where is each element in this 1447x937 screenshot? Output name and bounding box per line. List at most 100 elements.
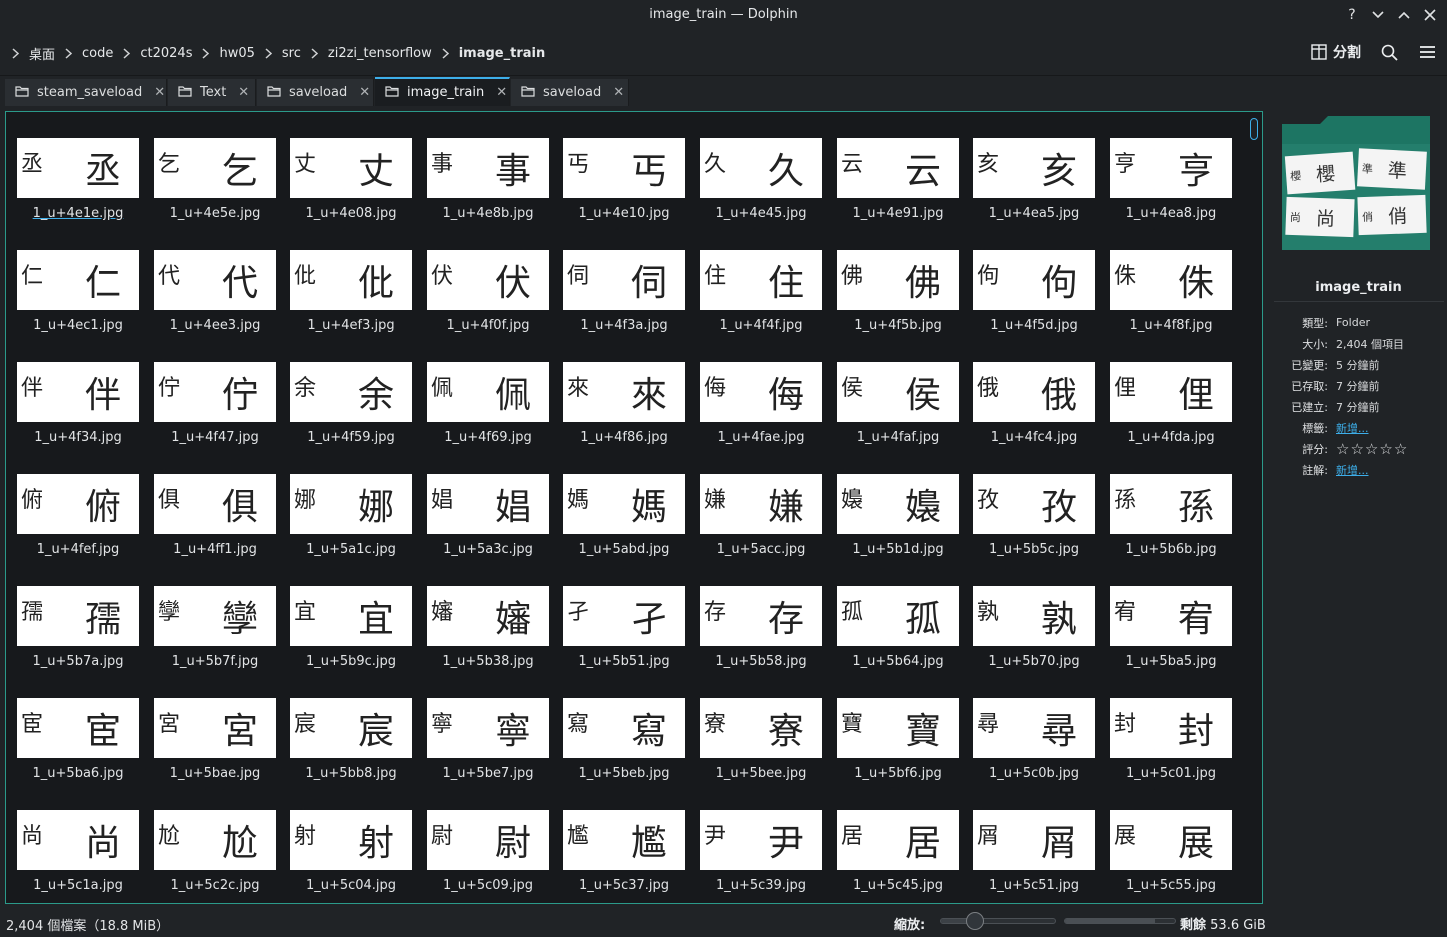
close-tab-icon[interactable]: ✕ [154, 85, 165, 100]
file-item[interactable]: 居居 1_u+5c45.jpg [837, 810, 959, 903]
file-item[interactable]: 孫孫 1_u+5b6b.jpg [1110, 474, 1232, 574]
file-item[interactable]: 娼娼 1_u+5a3c.jpg [427, 474, 549, 574]
file-item[interactable]: 尷尷 1_u+5c37.jpg [563, 810, 685, 903]
file-item[interactable]: 俯俯 1_u+4fef.jpg [17, 474, 139, 574]
file-item[interactable]: 來來 1_u+4f86.jpg [563, 362, 685, 462]
file-item[interactable]: 丈丈 1_u+4e08.jpg [290, 138, 412, 238]
close-tab-icon[interactable]: ✕ [359, 85, 370, 100]
scrollbar-thumb[interactable] [1250, 118, 1258, 140]
star-icon[interactable]: ☆ [1336, 440, 1349, 458]
breadcrumb-item[interactable]: code [78, 46, 117, 61]
file-item[interactable]: 佛佛 1_u+4f5b.jpg [837, 250, 959, 350]
file-item[interactable]: 侮侮 1_u+4fae.jpg [700, 362, 822, 462]
close-window-icon[interactable] [1419, 4, 1441, 26]
file-item[interactable]: 伴伴 1_u+4f34.jpg [17, 362, 139, 462]
help-icon[interactable]: ? [1341, 4, 1363, 26]
breadcrumb-item[interactable]: zi2zi_tensorflow [324, 46, 436, 61]
file-item[interactable]: 侯侯 1_u+4faf.jpg [837, 362, 959, 462]
zoom-slider[interactable] [940, 912, 1056, 930]
file-item[interactable]: 久久 1_u+4e45.jpg [700, 138, 822, 238]
file-item[interactable]: 寫寫 1_u+5beb.jpg [563, 698, 685, 798]
split-button[interactable]: 分割 [1311, 42, 1361, 62]
close-tab-icon[interactable]: ✕ [238, 85, 249, 100]
close-tab-icon[interactable]: ✕ [613, 85, 624, 100]
file-item[interactable]: 住住 1_u+4f4f.jpg [700, 250, 822, 350]
file-item[interactable]: 丞丞 1_u+4e1e.jpg [17, 138, 139, 238]
tab-saveload[interactable]: saveload ✕ [257, 79, 374, 106]
file-item[interactable]: 佇佇 1_u+4f47.jpg [154, 362, 276, 462]
file-item[interactable]: 孰孰 1_u+5b70.jpg [973, 586, 1095, 686]
file-item[interactable]: 伏伏 1_u+4f0f.jpg [427, 250, 549, 350]
file-item[interactable]: 嬸嬸 1_u+5b38.jpg [427, 586, 549, 686]
minimize-icon[interactable] [1367, 4, 1389, 26]
file-item[interactable]: 孜孜 1_u+5b5c.jpg [973, 474, 1095, 574]
file-item[interactable]: 封封 1_u+5c01.jpg [1110, 698, 1232, 798]
file-view[interactable]: 丞丞 1_u+4e1e.jpg 乞乞 1_u+4e5e.jpg 丈丈 1_u+4e08.j… [5, 111, 1263, 904]
file-item[interactable]: 孺孺 1_u+5b7a.jpg [17, 586, 139, 686]
file-item[interactable]: 寧寧 1_u+5be7.jpg [427, 698, 549, 798]
tab-saveload[interactable]: saveload ✕ [511, 79, 629, 106]
star-icon[interactable]: ☆ [1379, 440, 1392, 458]
file-item[interactable]: 孑孑 1_u+5b51.jpg [563, 586, 685, 686]
file-item[interactable]: 宥宥 1_u+5ba5.jpg [1110, 586, 1232, 686]
maximize-icon[interactable] [1393, 4, 1415, 26]
file-item[interactable]: 丐丐 1_u+4e10.jpg [563, 138, 685, 238]
file-item[interactable]: 佝佝 1_u+4f5d.jpg [973, 250, 1095, 350]
file-item[interactable]: 宜宜 1_u+5b9c.jpg [290, 586, 412, 686]
file-item[interactable]: 乞乞 1_u+4e5e.jpg [154, 138, 276, 238]
file-item[interactable]: 屑屑 1_u+5c51.jpg [973, 810, 1095, 903]
file-item[interactable]: 展展 1_u+5c55.jpg [1110, 810, 1232, 903]
star-icon[interactable]: ☆ [1365, 440, 1378, 458]
file-item[interactable]: 尬尬 1_u+5c2c.jpg [154, 810, 276, 903]
meta-value[interactable]: 新增... [1336, 462, 1369, 478]
rating-stars[interactable]: ☆ ☆ ☆ ☆ ☆ [1336, 440, 1407, 458]
file-item[interactable]: 寶寶 1_u+5bf6.jpg [837, 698, 959, 798]
file-item[interactable]: 俚俚 1_u+4fda.jpg [1110, 362, 1232, 462]
file-item[interactable]: 宮宮 1_u+5bae.jpg [154, 698, 276, 798]
search-icon[interactable] [1379, 42, 1399, 62]
breadcrumb-item[interactable]: ct2024s [136, 46, 196, 61]
file-item[interactable]: 嫌嫌 1_u+5acc.jpg [700, 474, 822, 574]
file-item[interactable]: 云云 1_u+4e91.jpg [837, 138, 959, 238]
file-item[interactable]: 伺伺 1_u+4f3a.jpg [563, 250, 685, 350]
file-item[interactable]: 嬝嬝 1_u+5b1d.jpg [837, 474, 959, 574]
star-icon[interactable]: ☆ [1394, 440, 1407, 458]
file-item[interactable]: 孿孿 1_u+5b7f.jpg [154, 586, 276, 686]
file-item[interactable]: 娜娜 1_u+5a1c.jpg [290, 474, 412, 574]
vertical-scrollbar[interactable] [1250, 116, 1258, 896]
file-item[interactable]: 俱俱 1_u+4ff1.jpg [154, 474, 276, 574]
file-item[interactable]: 媽媽 1_u+5abd.jpg [563, 474, 685, 574]
file-item[interactable]: 尹尹 1_u+5c39.jpg [700, 810, 822, 903]
file-item[interactable]: 存存 1_u+5b58.jpg [700, 586, 822, 686]
file-item[interactable]: 俄俄 1_u+4fc4.jpg [973, 362, 1095, 462]
file-item[interactable]: 佩佩 1_u+4f69.jpg [427, 362, 549, 462]
file-item[interactable]: 尚尚 1_u+5c1a.jpg [17, 810, 139, 903]
file-item[interactable]: 尉尉 1_u+5c09.jpg [427, 810, 549, 903]
close-tab-icon[interactable]: ✕ [496, 85, 507, 100]
meta-value[interactable]: 新增... [1336, 420, 1369, 436]
tab-text[interactable]: Text ✕ [168, 79, 256, 106]
breadcrumb-item[interactable]: hw05 [215, 46, 258, 61]
file-item[interactable]: 亨亨 1_u+4ea8.jpg [1110, 138, 1232, 238]
file-item[interactable]: 亥亥 1_u+4ea5.jpg [973, 138, 1095, 238]
file-item[interactable]: 余余 1_u+4f59.jpg [290, 362, 412, 462]
hamburger-menu-icon[interactable] [1417, 42, 1437, 62]
file-item[interactable]: 宦宦 1_u+5ba6.jpg [17, 698, 139, 798]
file-item[interactable]: 宸宸 1_u+5bb8.jpg [290, 698, 412, 798]
star-icon[interactable]: ☆ [1350, 440, 1363, 458]
file-item[interactable]: 事事 1_u+4e8b.jpg [427, 138, 549, 238]
file-item[interactable]: 孤孤 1_u+5b64.jpg [837, 586, 959, 686]
tab-steam-saveload[interactable]: steam_saveload ✕ [5, 79, 167, 106]
breadcrumb-item[interactable]: src [278, 46, 305, 61]
file-item[interactable]: 寮寮 1_u+5bee.jpg [700, 698, 822, 798]
file-item[interactable]: 侏侏 1_u+4f8f.jpg [1110, 250, 1232, 350]
file-item[interactable]: 仳仳 1_u+4ef3.jpg [290, 250, 412, 350]
tab-image-train[interactable]: image_train ✕ [375, 77, 510, 106]
file-item[interactable]: 代代 1_u+4ee3.jpg [154, 250, 276, 350]
zoom-slider-handle[interactable] [966, 912, 985, 930]
breadcrumb-item[interactable]: 桌面 [25, 44, 59, 63]
breadcrumb-item[interactable]: image_train [455, 46, 550, 61]
file-item[interactable]: 射射 1_u+5c04.jpg [290, 810, 412, 903]
file-item[interactable]: 仁仁 1_u+4ec1.jpg [17, 250, 139, 350]
file-item[interactable]: 尋尋 1_u+5c0b.jpg [973, 698, 1095, 798]
